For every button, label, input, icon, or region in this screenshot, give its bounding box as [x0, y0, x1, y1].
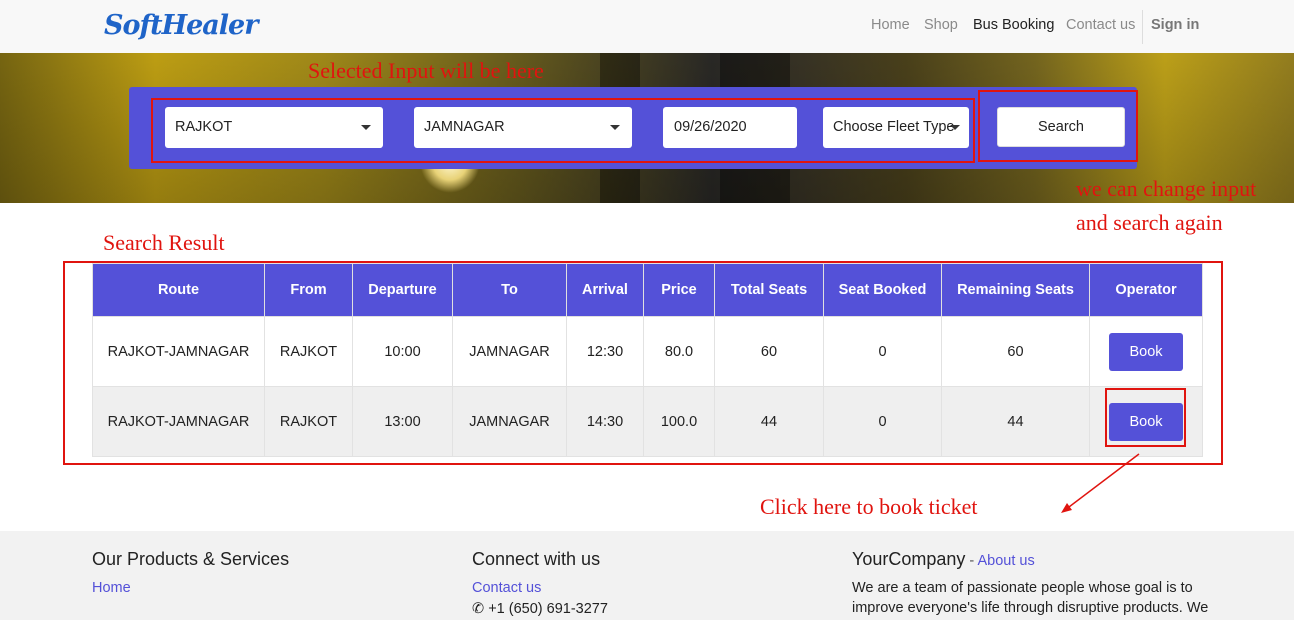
header-arrival: Arrival: [566, 263, 644, 317]
header-operator: Operator: [1089, 263, 1203, 317]
nav-home[interactable]: Home: [871, 17, 910, 33]
cell-remaining-seats: 44: [941, 386, 1090, 457]
annotation-arrow-icon: [1061, 453, 1140, 513]
cell-to: JAMNAGAR: [452, 316, 567, 387]
annotation-click-to-book: Click here to book ticket: [760, 494, 978, 519]
cell-total-seats: 44: [714, 386, 824, 457]
cell-from: RAJKOT: [264, 386, 353, 457]
footer-company-text-1: We are a team of passionate people whose…: [852, 580, 1193, 596]
book-button[interactable]: Book: [1109, 332, 1183, 371]
top-navbar: SoftHealer Home Shop Bus Booking Contact…: [0, 0, 1294, 54]
footer-company-text-2: improve everyone's life through disrupti…: [852, 600, 1209, 616]
cell-seat-booked: 0: [823, 316, 942, 387]
cell-total-seats: 60: [714, 316, 824, 387]
annotation-change-input-1: we can change input: [1076, 176, 1257, 201]
annotation-selected-input: Selected Input will be here: [308, 58, 544, 83]
cell-arrival: 12:30: [566, 316, 644, 387]
nav-shop[interactable]: Shop: [924, 17, 958, 33]
footer-contact-link[interactable]: Contact us: [472, 580, 541, 596]
cell-arrival: 14:30: [566, 386, 644, 457]
cell-departure: 10:00: [352, 316, 453, 387]
nav-bus-booking[interactable]: Bus Booking: [973, 17, 1054, 33]
cell-seat-booked: 0: [823, 386, 942, 457]
table-row: RAJKOT-JAMNAGAR RAJKOT 10:00 JAMNAGAR 12…: [92, 316, 1203, 387]
annotation-search-result: Search Result: [103, 230, 225, 255]
annotation-box-inputs: [151, 98, 975, 163]
header-route: Route: [92, 263, 265, 317]
cell-remaining-seats: 60: [941, 316, 1090, 387]
annotation-change-input-2: and search again: [1076, 210, 1223, 235]
cell-price: 80.0: [643, 316, 715, 387]
sign-in-link[interactable]: Sign in: [1151, 17, 1199, 33]
phone-icon: ✆: [472, 601, 485, 617]
header-from: From: [264, 263, 353, 317]
cell-price: 100.0: [643, 386, 715, 457]
footer-connect-title: Connect with us: [472, 549, 601, 569]
footer-company-separator: -: [965, 553, 978, 569]
header-departure: Departure: [352, 263, 453, 317]
nav-contact-us[interactable]: Contact us: [1066, 17, 1135, 33]
brand-logo[interactable]: SoftHealer: [104, 10, 258, 41]
header-remaining-seats: Remaining Seats: [941, 263, 1090, 317]
table-row: RAJKOT-JAMNAGAR RAJKOT 13:00 JAMNAGAR 14…: [92, 386, 1203, 457]
footer-company-title: YourCompany: [852, 549, 966, 569]
footer-phone-number: +1 (650) 691-3277: [488, 601, 608, 617]
header-to: To: [452, 263, 567, 317]
footer-products-title: Our Products & Services: [92, 549, 290, 569]
annotation-box-book: [1105, 388, 1186, 447]
footer-company-heading: YourCompany - About us: [852, 549, 1035, 570]
cell-from: RAJKOT: [264, 316, 353, 387]
results-table: Route From Departure To Arrival Price To…: [92, 263, 1203, 457]
footer-home-link[interactable]: Home: [92, 580, 131, 596]
annotation-box-search: [978, 90, 1138, 162]
nav-divider: [1142, 10, 1143, 44]
cell-to: JAMNAGAR: [452, 386, 567, 457]
header-price: Price: [643, 263, 715, 317]
cell-route: RAJKOT-JAMNAGAR: [92, 386, 265, 457]
footer: Our Products & Services Home Connect wit…: [0, 531, 1294, 620]
table-header-row: Route From Departure To Arrival Price To…: [92, 263, 1203, 317]
header-seat-booked: Seat Booked: [823, 263, 942, 317]
cell-departure: 13:00: [352, 386, 453, 457]
footer-phone: ✆ +1 (650) 691-3277: [472, 599, 608, 619]
cell-route: RAJKOT-JAMNAGAR: [92, 316, 265, 387]
header-total-seats: Total Seats: [714, 263, 824, 317]
cell-operator: Book: [1089, 316, 1203, 387]
footer-about-link[interactable]: About us: [978, 553, 1035, 569]
